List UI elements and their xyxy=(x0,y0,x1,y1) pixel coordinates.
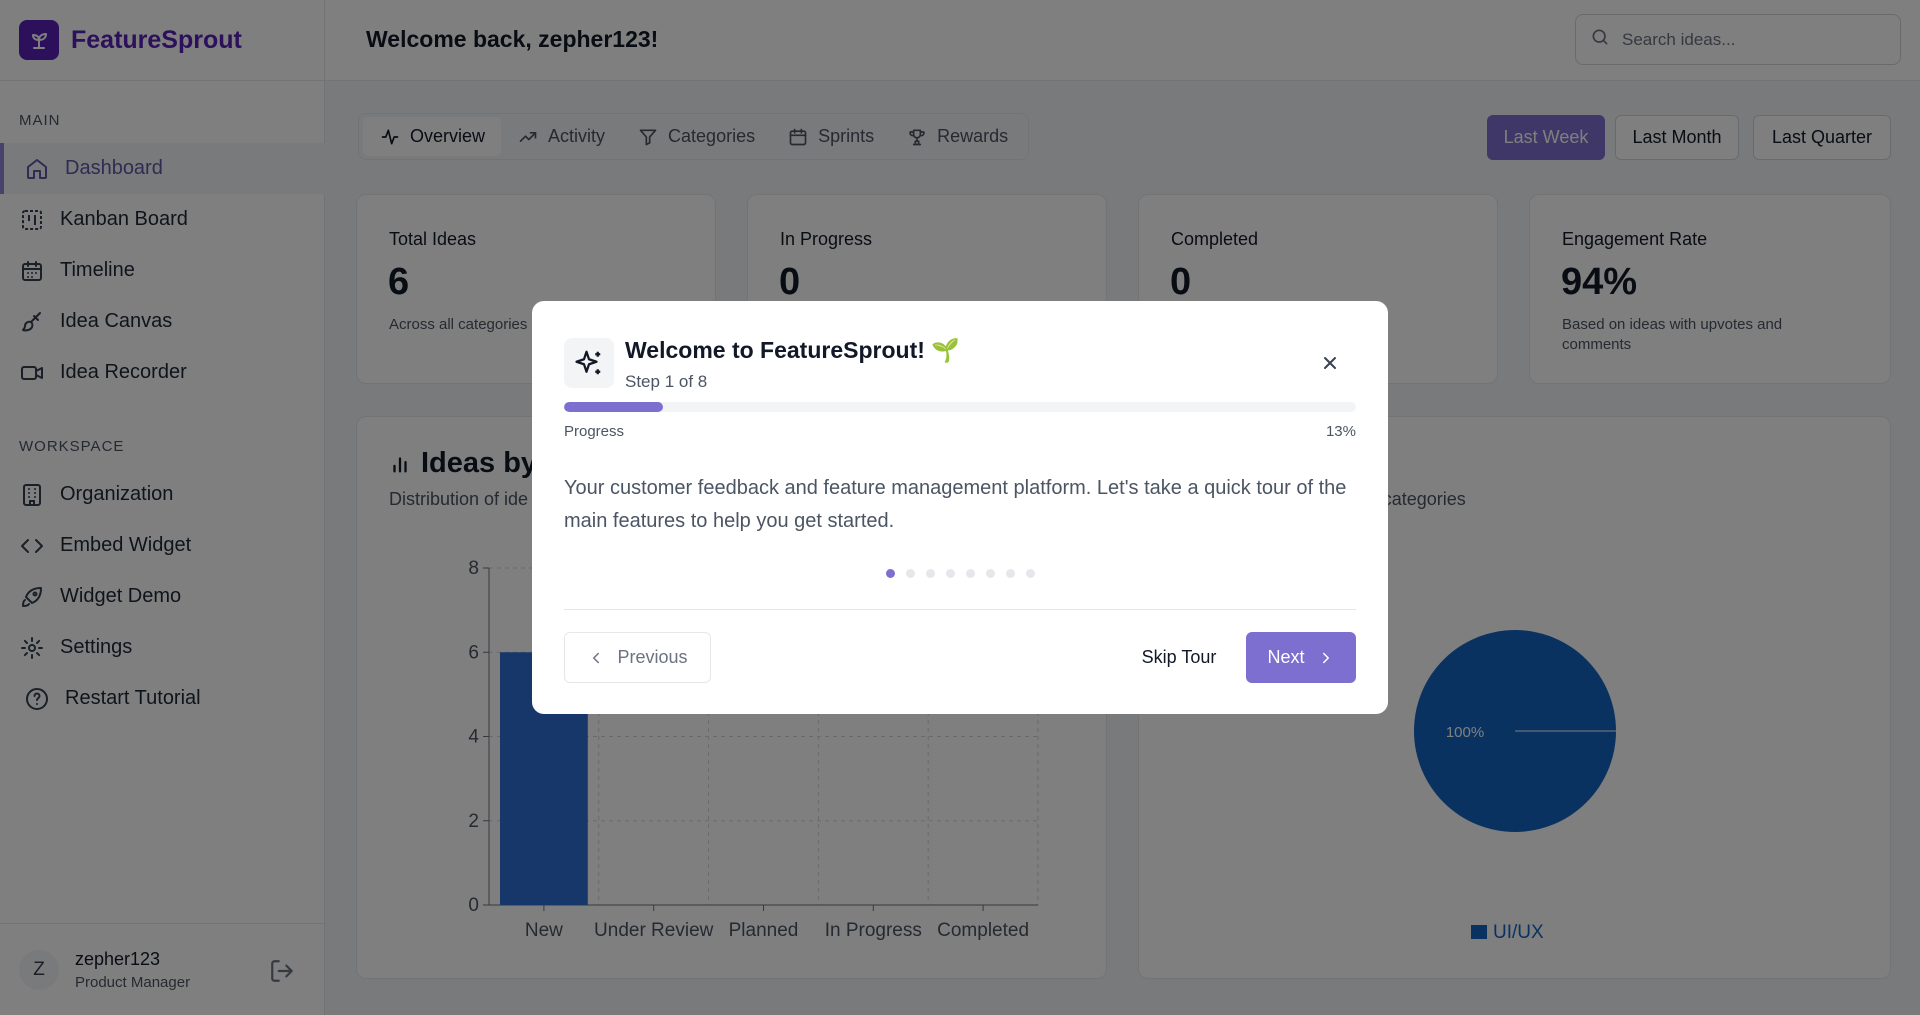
step-dot[interactable] xyxy=(1025,569,1035,578)
modal-divider xyxy=(564,609,1356,610)
chevron-left-icon xyxy=(587,649,605,667)
progress-label: Progress xyxy=(564,423,625,440)
step-dot[interactable] xyxy=(905,569,915,578)
modal-body: Your customer feedback and feature manag… xyxy=(564,477,1347,532)
previous-button[interactable]: Previous xyxy=(564,632,711,683)
next-label: Next xyxy=(1267,647,1305,667)
step-dot[interactable] xyxy=(1005,569,1015,578)
step-dot[interactable] xyxy=(925,569,935,578)
chevron-right-icon xyxy=(1317,649,1335,667)
step-dot[interactable] xyxy=(945,569,955,578)
modal-title: Welcome to FeatureSprout! 🌱 xyxy=(625,337,960,363)
step-dot[interactable] xyxy=(965,569,975,578)
step-dots xyxy=(532,569,1388,578)
onboarding-modal: Welcome to FeatureSprout! 🌱 Step 1 of 8 … xyxy=(532,301,1388,714)
progress-bar xyxy=(564,402,1356,412)
skip-tour-button[interactable]: Skip Tour xyxy=(1124,632,1234,683)
sparkles-icon xyxy=(564,338,614,388)
progress-percent: 13% xyxy=(1325,423,1356,440)
next-button[interactable]: Next xyxy=(1246,632,1356,683)
modal-step: Step 1 of 8 xyxy=(625,372,708,391)
previous-label: Previous xyxy=(617,647,688,667)
close-icon[interactable] xyxy=(1318,351,1342,375)
step-dot[interactable] xyxy=(985,569,995,578)
step-dot[interactable] xyxy=(885,569,895,578)
progress-fill xyxy=(564,402,663,412)
